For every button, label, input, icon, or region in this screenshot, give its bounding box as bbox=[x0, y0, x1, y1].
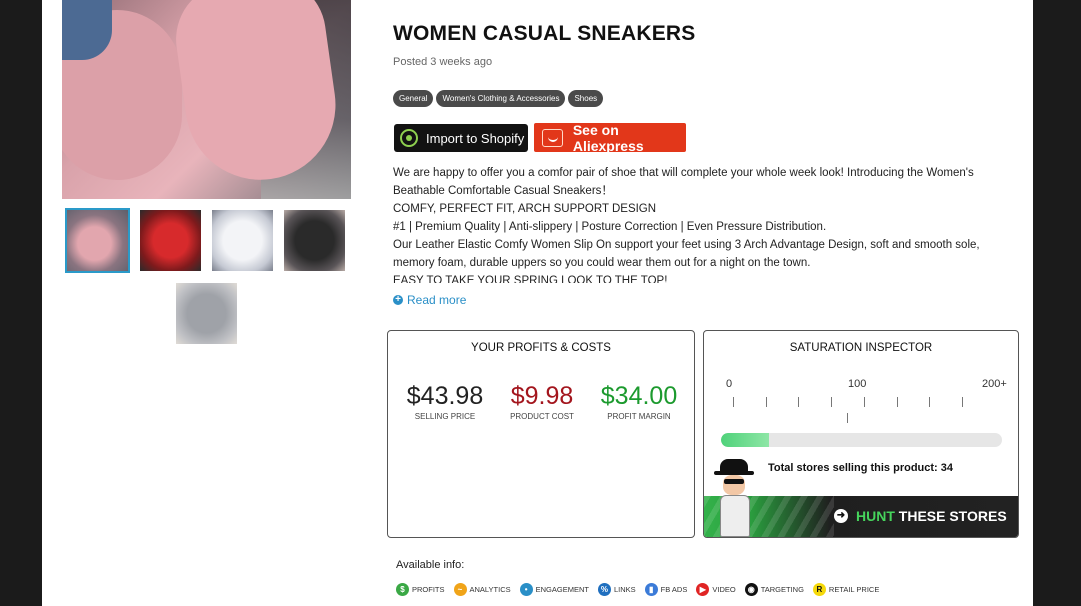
tag-womens-clothing[interactable]: Women's Clothing & Accessories bbox=[436, 90, 566, 107]
description-line: Our Leather Elastic Comfy Women Slip On … bbox=[393, 239, 980, 251]
retail-price-label: RETAIL PRICE bbox=[828, 585, 880, 594]
retail-price-icon: R bbox=[812, 583, 826, 596]
these-stores-label: THESE STORES bbox=[898, 508, 1007, 524]
links-icon: % bbox=[597, 583, 611, 596]
links-label: LINKS bbox=[613, 585, 636, 594]
analytics-label: ANALYTICS bbox=[469, 585, 511, 594]
see-on-aliexpress-button[interactable]: See on Aliexpress bbox=[534, 121, 686, 154]
scale-tick bbox=[798, 397, 799, 407]
stores-selling-text: Total stores selling this product: 34 bbox=[768, 462, 953, 474]
info-retail-price: R RETAIL PRICE bbox=[812, 583, 880, 596]
tag-shoes[interactable]: Shoes bbox=[568, 90, 604, 107]
profits-label: PROFITS bbox=[412, 585, 445, 594]
aliexpress-bag-icon bbox=[542, 128, 563, 147]
product-main-image bbox=[62, 0, 351, 199]
video-label: VIDEO bbox=[712, 585, 736, 594]
scale-tick bbox=[864, 397, 865, 407]
video-icon: ▶ bbox=[696, 583, 710, 596]
profits-costs-panel: YOUR PROFITS & COSTS $43.98 SELLING PRIC… bbox=[387, 330, 695, 538]
product-cost-value: $9.98 bbox=[510, 382, 574, 410]
plus-circle-icon: + bbox=[393, 295, 403, 305]
arrow-right-icon: ➜ bbox=[834, 509, 848, 523]
import-to-shopify-button[interactable]: Import to Shopify bbox=[394, 124, 528, 152]
description-line: We are happy to offer you a comfor pair … bbox=[393, 167, 974, 179]
scale-tick bbox=[766, 397, 767, 407]
scale-tick bbox=[831, 397, 832, 407]
engagement-label: ENGAGEMENT bbox=[535, 585, 589, 594]
product-description: We are happy to offer you a comfor pair … bbox=[393, 164, 1003, 283]
description-line: COMFY, PERFECT FIT, ARCH SUPPORT DESIGN bbox=[393, 203, 657, 215]
selling-price-label: SELLING PRICE bbox=[414, 412, 476, 421]
scale-tick bbox=[929, 397, 930, 407]
scale-tick bbox=[897, 397, 898, 407]
posted-time: Posted 3 weeks ago bbox=[393, 56, 493, 68]
thumbnail-red-sneaker[interactable] bbox=[140, 210, 201, 271]
profit-margin-label: PROFIT MARGIN bbox=[607, 412, 671, 421]
thumbnail-white-sneaker[interactable] bbox=[212, 210, 273, 271]
read-more-link[interactable]: + Read more bbox=[393, 293, 466, 307]
profit-margin: $34.00 PROFIT MARGIN bbox=[594, 381, 684, 421]
saturation-bar-fill bbox=[721, 433, 769, 447]
product-cost-label: PRODUCT COST bbox=[510, 412, 574, 421]
description-line: EASY TO TAKE YOUR SPRING LOOK TO THE TOP… bbox=[393, 275, 668, 283]
info-video: ▶ VIDEO bbox=[696, 583, 736, 596]
saturation-heading: SATURATION INSPECTOR bbox=[789, 342, 933, 354]
available-info-list: $ PROFITS ~ ANALYTICS • ENGAGEMENT% LINKS ▮ FB A… bbox=[396, 583, 879, 596]
fb-ads-label: FB ADS bbox=[660, 585, 688, 594]
analytics-icon: ~ bbox=[453, 583, 467, 596]
info-targeting: ◉ TARGETING bbox=[744, 583, 804, 596]
scale-max-label: 200+ bbox=[982, 378, 1007, 390]
product-title: WOMEN CASUAL SNEAKERS bbox=[393, 22, 696, 45]
profit-margin-value: $34.00 bbox=[600, 382, 678, 410]
info-links: % LINKS bbox=[597, 583, 636, 596]
description-line: #1 | Premium Quality | Anti-slippery | P… bbox=[393, 221, 827, 233]
info-analytics: ~ ANALYTICS bbox=[453, 583, 511, 596]
available-info-label: Available info: bbox=[396, 559, 465, 571]
shopify-target-icon bbox=[400, 129, 418, 147]
fb-ads-icon: ▮ bbox=[644, 583, 658, 596]
scale-min-label: 0 bbox=[726, 378, 733, 390]
scale-tick bbox=[733, 397, 734, 407]
scale-tick bbox=[962, 397, 963, 407]
tag-general[interactable]: General bbox=[393, 90, 434, 107]
detective-mascot-icon bbox=[714, 459, 754, 537]
hunt-label: HUNT bbox=[856, 508, 895, 524]
read-more-label: Read more bbox=[407, 293, 467, 307]
description-line: memory foam, durable uppers so you could… bbox=[393, 257, 811, 269]
targeting-icon: ◉ bbox=[744, 583, 758, 596]
thumbnail-pink-sneaker[interactable] bbox=[65, 208, 130, 273]
scale-tick bbox=[847, 413, 848, 423]
import-to-shopify-label: Import to Shopify bbox=[426, 130, 525, 146]
profits-heading: YOUR PROFITS & COSTS bbox=[471, 342, 611, 354]
engagement-icon: • bbox=[519, 583, 533, 596]
info-profits: $ PROFITS bbox=[396, 583, 445, 596]
saturation-inspector-panel: SATURATION INSPECTOR 0 100 200+ Total st… bbox=[703, 330, 1019, 538]
selling-price-value: $43.98 bbox=[406, 382, 484, 410]
description-line: Beathable Comfortable Casual Sneakers！ bbox=[393, 185, 613, 197]
thumbnail-grey-sneaker[interactable] bbox=[176, 283, 237, 344]
product-cost: $9.98 PRODUCT COST bbox=[499, 381, 585, 421]
see-on-aliexpress-label: See on Aliexpress bbox=[572, 121, 644, 154]
tag-list: General Women's Clothing & Accessories S… bbox=[393, 90, 604, 107]
product-page: WOMEN CASUAL SNEAKERS Posted 3 weeks ago… bbox=[42, 0, 1033, 606]
thumbnail-black-sneaker[interactable] bbox=[284, 210, 345, 271]
profits-icon: $ bbox=[396, 583, 409, 596]
selling-price: $43.98 SELLING PRICE bbox=[402, 381, 488, 421]
targeting-label: TARGETING bbox=[760, 585, 804, 594]
info-engagement: • ENGAGEMENT bbox=[519, 583, 589, 596]
scale-mid-label: 100 bbox=[848, 378, 867, 390]
info-fb-ads: ▮ FB ADS bbox=[644, 583, 688, 596]
saturation-bar bbox=[721, 433, 1002, 447]
